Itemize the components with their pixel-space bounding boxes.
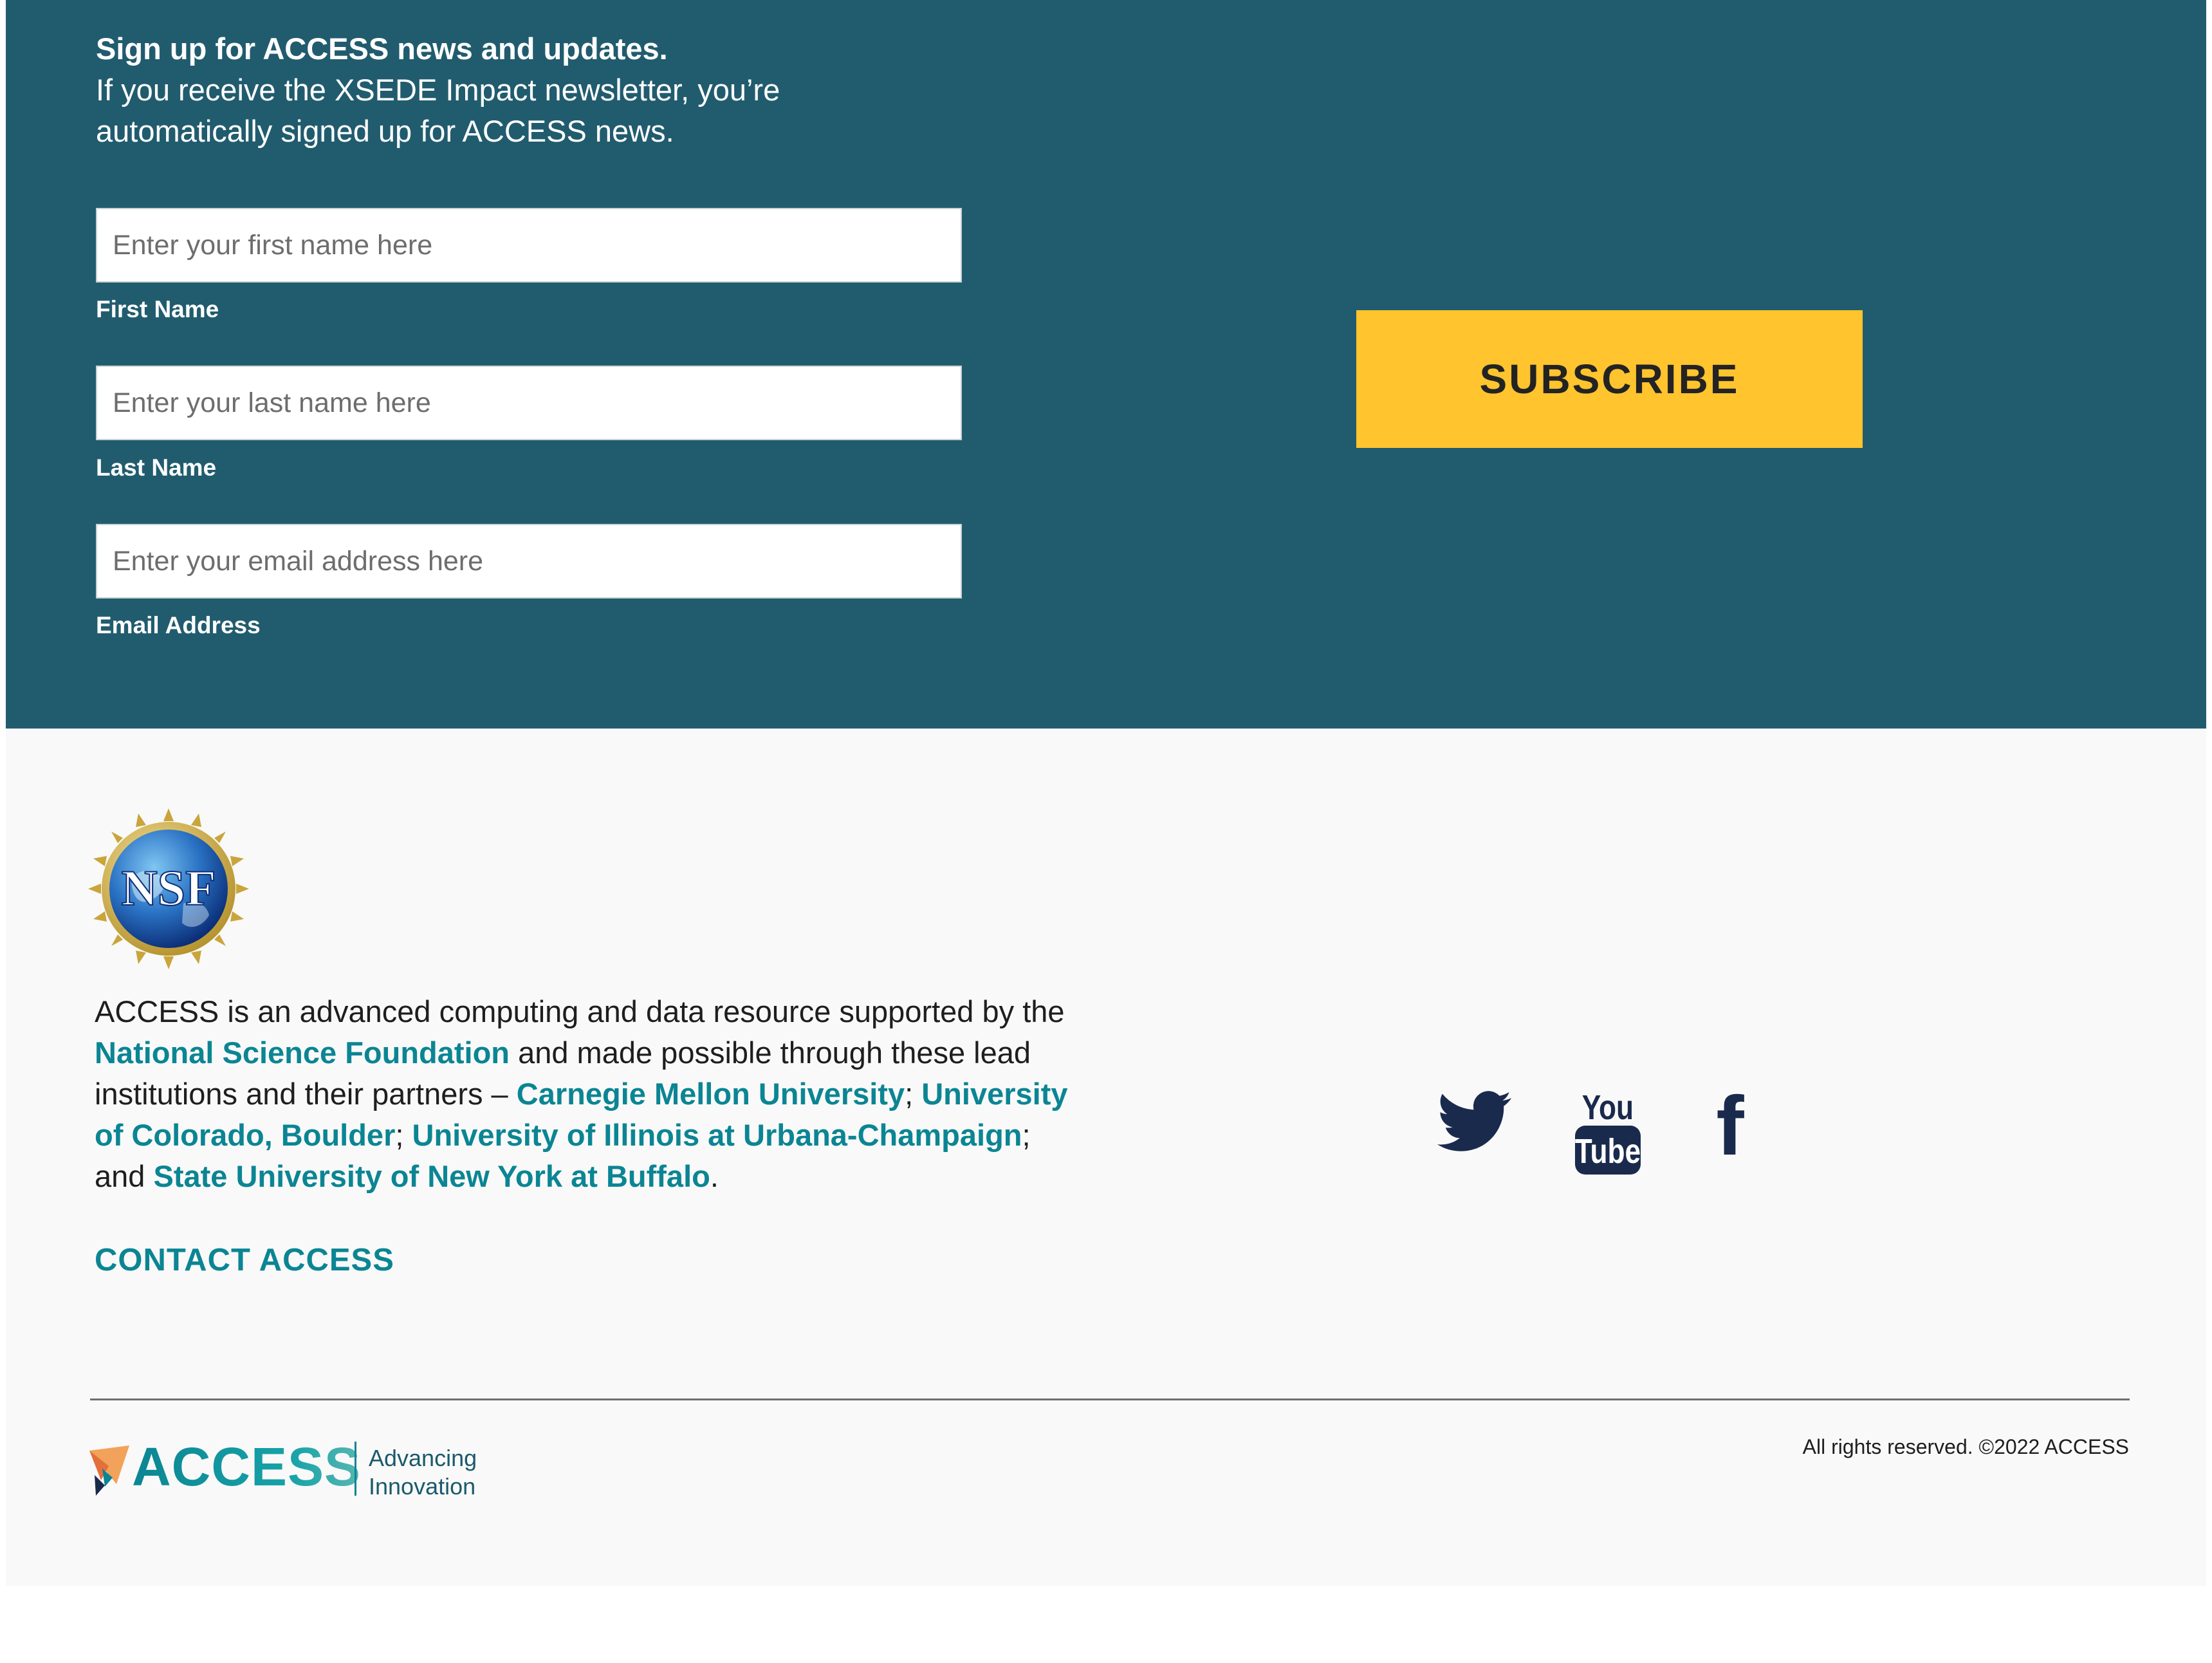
nsf-logo-text: NSF	[121, 860, 216, 916]
last-name-label: Last Name	[96, 454, 217, 481]
brand-tagline-line2: Innovation	[369, 1473, 475, 1500]
first-name-label: First Name	[96, 296, 219, 322]
access-logo[interactable]: ACCESS Advancing Innovation	[83, 1433, 495, 1503]
cmu-link[interactable]: Carnegie Mellon University	[517, 1077, 905, 1111]
first-name-input[interactable]	[96, 208, 962, 283]
nsf-logo[interactable]: NSF	[87, 807, 250, 971]
brand-tagline-line1: Advancing	[369, 1445, 477, 1471]
subscribe-button[interactable]: SUBSCRIBE	[1356, 310, 1863, 448]
youtube-icon-text-bottom: Tube	[1575, 1132, 1641, 1171]
about-text: ACCESS is an advanced computing and data…	[95, 991, 1079, 1197]
illinois-link[interactable]: University of Illinois at Urbana-Champai…	[412, 1118, 1022, 1152]
last-name-input[interactable]	[96, 366, 962, 440]
facebook-icon[interactable]: f	[1704, 1089, 1756, 1160]
contact-access-link[interactable]: CONTACT ACCESS	[95, 1242, 394, 1278]
access-mark-icon	[89, 1445, 129, 1496]
page: Sign up for ACCESS news and updates. If …	[0, 0, 2212, 1663]
buffalo-link[interactable]: State University of New York at Buffalo	[153, 1159, 710, 1193]
youtube-icon[interactable]: You Tube	[1572, 1086, 1643, 1176]
about-text-part: ;	[395, 1118, 412, 1152]
signup-heading: Sign up for ACCESS news and updates.	[96, 32, 668, 66]
twitter-icon[interactable]	[1437, 1076, 1511, 1166]
email-input[interactable]	[96, 524, 962, 599]
about-text-part: ;	[905, 1077, 922, 1111]
youtube-icon-text-top: You	[1582, 1088, 1634, 1127]
footer: NSF ACCESS is an advanced computing and …	[6, 729, 2206, 1586]
signup-description: If you receive the XSEDE Impact newslett…	[96, 73, 780, 148]
about-text-part: ACCESS is an advanced computing and data…	[95, 994, 1065, 1028]
email-label: Email Address	[96, 612, 261, 638]
about-text-part: .	[710, 1159, 719, 1193]
access-wordmark: ACCESS	[132, 1436, 361, 1497]
footer-divider	[90, 1398, 2130, 1400]
newsletter-signup-section: Sign up for ACCESS news and updates. If …	[6, 0, 2206, 729]
copyright-text: All rights reserved. ©2022 ACCESS	[1802, 1435, 2129, 1458]
nsf-link[interactable]: National Science Foundation	[95, 1036, 510, 1070]
facebook-icon-glyph: f	[1716, 1089, 1744, 1160]
